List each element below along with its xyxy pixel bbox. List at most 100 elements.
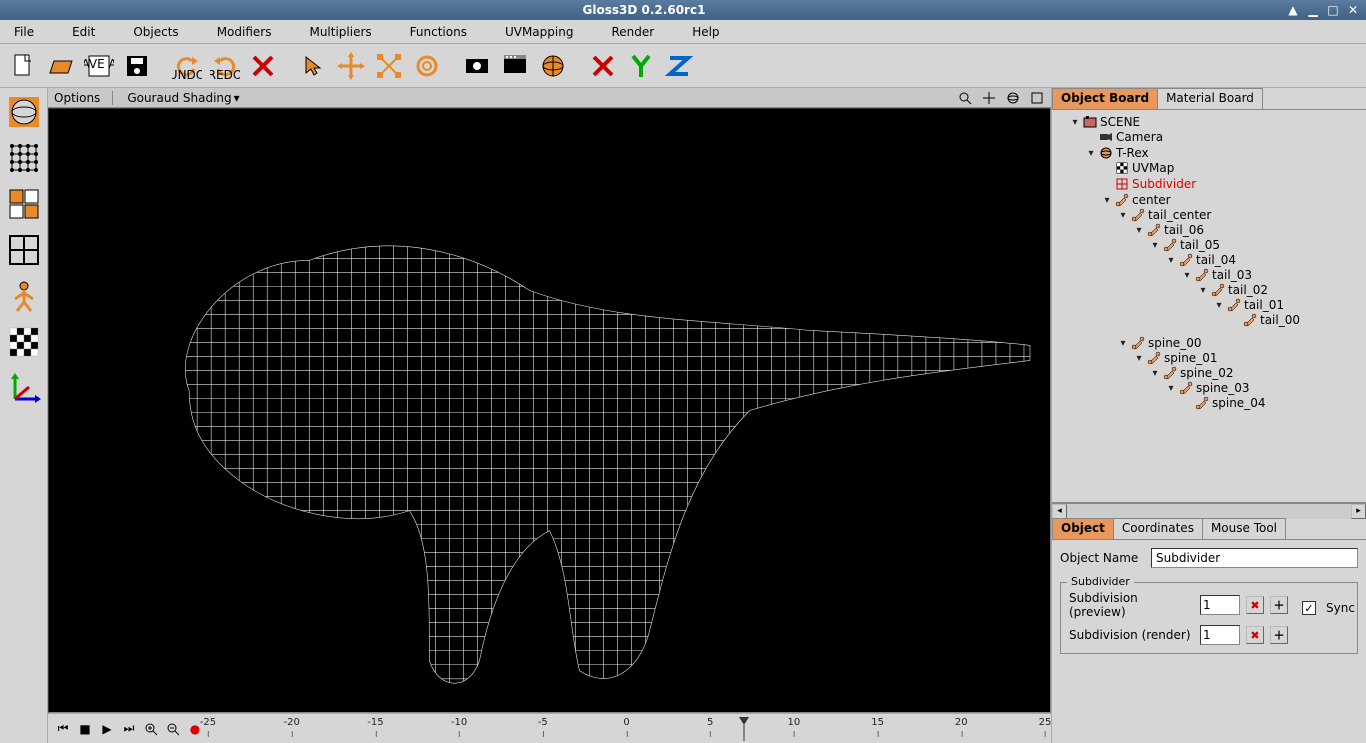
zoom-icon[interactable] bbox=[957, 90, 973, 106]
scene-tree[interactable]: ▾SCENECamera▾T-RexUVMapSubdivider▾center… bbox=[1052, 110, 1366, 503]
tree-node-label[interactable]: spine_03 bbox=[1196, 381, 1249, 395]
scroll-right-icon[interactable]: ▸ bbox=[1351, 504, 1366, 519]
window-rollup-icon[interactable]: ▲ bbox=[1284, 3, 1302, 17]
edge-mode-button[interactable] bbox=[2, 182, 46, 226]
menu-uvmapping[interactable]: UVMapping bbox=[495, 23, 602, 41]
uvw-mode-button[interactable] bbox=[2, 320, 46, 364]
tree-node-label[interactable]: Camera bbox=[1116, 130, 1163, 144]
first-frame-button[interactable]: ⏮ bbox=[54, 720, 72, 738]
render-final-button[interactable] bbox=[496, 47, 534, 85]
pan-icon[interactable] bbox=[981, 90, 997, 106]
move-button[interactable] bbox=[332, 47, 370, 85]
delete-button[interactable] bbox=[244, 47, 282, 85]
tab-material-board[interactable]: Material Board bbox=[1157, 88, 1263, 109]
tree-node-label[interactable]: tail_05 bbox=[1180, 238, 1220, 252]
tree-expand-icon[interactable]: ▾ bbox=[1182, 270, 1192, 281]
scale-button[interactable] bbox=[370, 47, 408, 85]
object-name-input[interactable] bbox=[1151, 548, 1358, 568]
tree-node-label[interactable]: UVMap bbox=[1132, 161, 1174, 175]
sync-checkbox[interactable]: ✓ bbox=[1302, 601, 1316, 615]
scroll-left-icon[interactable]: ◂ bbox=[1052, 504, 1067, 519]
last-frame-button[interactable]: ⏭ bbox=[120, 720, 138, 738]
tree-expand-icon[interactable]: ▾ bbox=[1166, 255, 1176, 266]
tree-expand-icon[interactable]: ▾ bbox=[1086, 148, 1096, 159]
tree-node-label[interactable]: tail_center bbox=[1148, 208, 1211, 222]
render-view-button[interactable] bbox=[458, 47, 496, 85]
y-axis-button[interactable] bbox=[622, 47, 660, 85]
menu-objects[interactable]: Objects bbox=[123, 23, 206, 41]
zoom-out-button[interactable] bbox=[164, 720, 182, 738]
prop-tab-coordinates[interactable]: Coordinates bbox=[1113, 518, 1203, 539]
make-editable-button[interactable] bbox=[534, 47, 572, 85]
tree-node-label[interactable]: spine_00 bbox=[1148, 336, 1201, 350]
tree-expand-icon[interactable]: ▾ bbox=[1134, 225, 1144, 236]
prop-tab-object[interactable]: Object bbox=[1052, 518, 1114, 539]
sub-render-input[interactable] bbox=[1200, 625, 1240, 645]
zoom-in-button[interactable] bbox=[142, 720, 160, 738]
tree-expand-icon[interactable]: ▾ bbox=[1166, 383, 1176, 394]
tree-node-label[interactable]: spine_01 bbox=[1164, 351, 1217, 365]
decrease-preview-icon[interactable]: ✖ bbox=[1246, 596, 1264, 614]
menu-help[interactable]: Help bbox=[682, 23, 747, 41]
shading-selector[interactable]: Gouraud Shading ▾ bbox=[121, 91, 245, 105]
tree-node-label[interactable]: tail_01 bbox=[1244, 298, 1284, 312]
tree-node-label[interactable]: spine_02 bbox=[1180, 366, 1233, 380]
save-as-button[interactable]: SAVE AS bbox=[80, 47, 118, 85]
viewport-options-menu[interactable]: Options bbox=[54, 91, 113, 105]
tree-expand-icon[interactable]: ▾ bbox=[1118, 210, 1128, 221]
window-close-icon[interactable]: ✕ bbox=[1344, 3, 1362, 17]
axis-mode-button[interactable] bbox=[2, 366, 46, 410]
decrease-render-icon[interactable]: ✖ bbox=[1246, 626, 1264, 644]
tree-expand-icon[interactable]: ▾ bbox=[1134, 353, 1144, 364]
sub-preview-input[interactable] bbox=[1200, 595, 1240, 615]
tree-node-label[interactable]: center bbox=[1132, 193, 1171, 207]
tree-node-label[interactable]: spine_04 bbox=[1212, 396, 1265, 410]
tree-expand-icon[interactable]: ▾ bbox=[1198, 285, 1208, 296]
tree-node-label[interactable]: Subdivider bbox=[1132, 177, 1196, 191]
window-maximize-icon[interactable]: □ bbox=[1324, 3, 1342, 17]
tree-node-label[interactable]: tail_04 bbox=[1196, 253, 1236, 267]
tree-expand-icon[interactable]: ▾ bbox=[1150, 240, 1160, 251]
viewport-3d[interactable] bbox=[48, 108, 1051, 713]
object-mode-button[interactable] bbox=[2, 90, 46, 134]
open-file-button[interactable] bbox=[42, 47, 80, 85]
play-button[interactable]: ▶ bbox=[98, 720, 116, 738]
tree-expand-icon[interactable]: ▾ bbox=[1150, 368, 1160, 379]
save-button[interactable] bbox=[118, 47, 156, 85]
increase-render-icon[interactable]: ＋ bbox=[1270, 626, 1288, 644]
skin-mode-button[interactable] bbox=[2, 274, 46, 318]
tree-expand-icon[interactable]: ▾ bbox=[1070, 117, 1080, 128]
new-file-button[interactable] bbox=[4, 47, 42, 85]
tree-expand-icon[interactable]: ▾ bbox=[1118, 338, 1128, 349]
z-axis-button[interactable] bbox=[660, 47, 698, 85]
tree-node-label[interactable]: tail_03 bbox=[1212, 268, 1252, 282]
tree-expand-icon[interactable]: ▾ bbox=[1214, 300, 1224, 311]
menu-multipliers[interactable]: Multipliers bbox=[299, 23, 399, 41]
tree-node-label[interactable]: tail_02 bbox=[1228, 283, 1268, 297]
menu-modifiers[interactable]: Modifiers bbox=[207, 23, 300, 41]
window-minimize-icon[interactable]: ▁ bbox=[1304, 3, 1322, 17]
x-axis-button[interactable] bbox=[584, 47, 622, 85]
tab-object-board[interactable]: Object Board bbox=[1052, 88, 1158, 109]
rotate-button[interactable] bbox=[408, 47, 446, 85]
face-mode-button[interactable] bbox=[2, 228, 46, 272]
stop-button[interactable]: ■ bbox=[76, 720, 94, 738]
increase-preview-icon[interactable]: ＋ bbox=[1270, 596, 1288, 614]
vertex-mode-button[interactable] bbox=[2, 136, 46, 180]
maximize-icon[interactable] bbox=[1029, 90, 1045, 106]
undo-button[interactable]: UNDO bbox=[168, 47, 206, 85]
tree-node-label[interactable]: tail_06 bbox=[1164, 223, 1204, 237]
menu-functions[interactable]: Functions bbox=[400, 23, 495, 41]
orbit-icon[interactable] bbox=[1005, 90, 1021, 106]
prop-tab-mouse-tool[interactable]: Mouse Tool bbox=[1202, 518, 1286, 539]
menu-file[interactable]: File bbox=[4, 23, 62, 41]
tree-expand-icon[interactable]: ▾ bbox=[1102, 195, 1112, 206]
timeline-ruler[interactable]: -25-20-15-10-50510152025 bbox=[208, 717, 1045, 741]
menu-render[interactable]: Render bbox=[601, 23, 682, 41]
tree-node-label[interactable]: tail_00 bbox=[1260, 313, 1300, 327]
redo-button[interactable]: REDO bbox=[206, 47, 244, 85]
pick-button[interactable] bbox=[294, 47, 332, 85]
menu-edit[interactable]: Edit bbox=[62, 23, 123, 41]
tree-node-label[interactable]: SCENE bbox=[1100, 115, 1140, 129]
timeline-playhead[interactable] bbox=[739, 717, 749, 741]
